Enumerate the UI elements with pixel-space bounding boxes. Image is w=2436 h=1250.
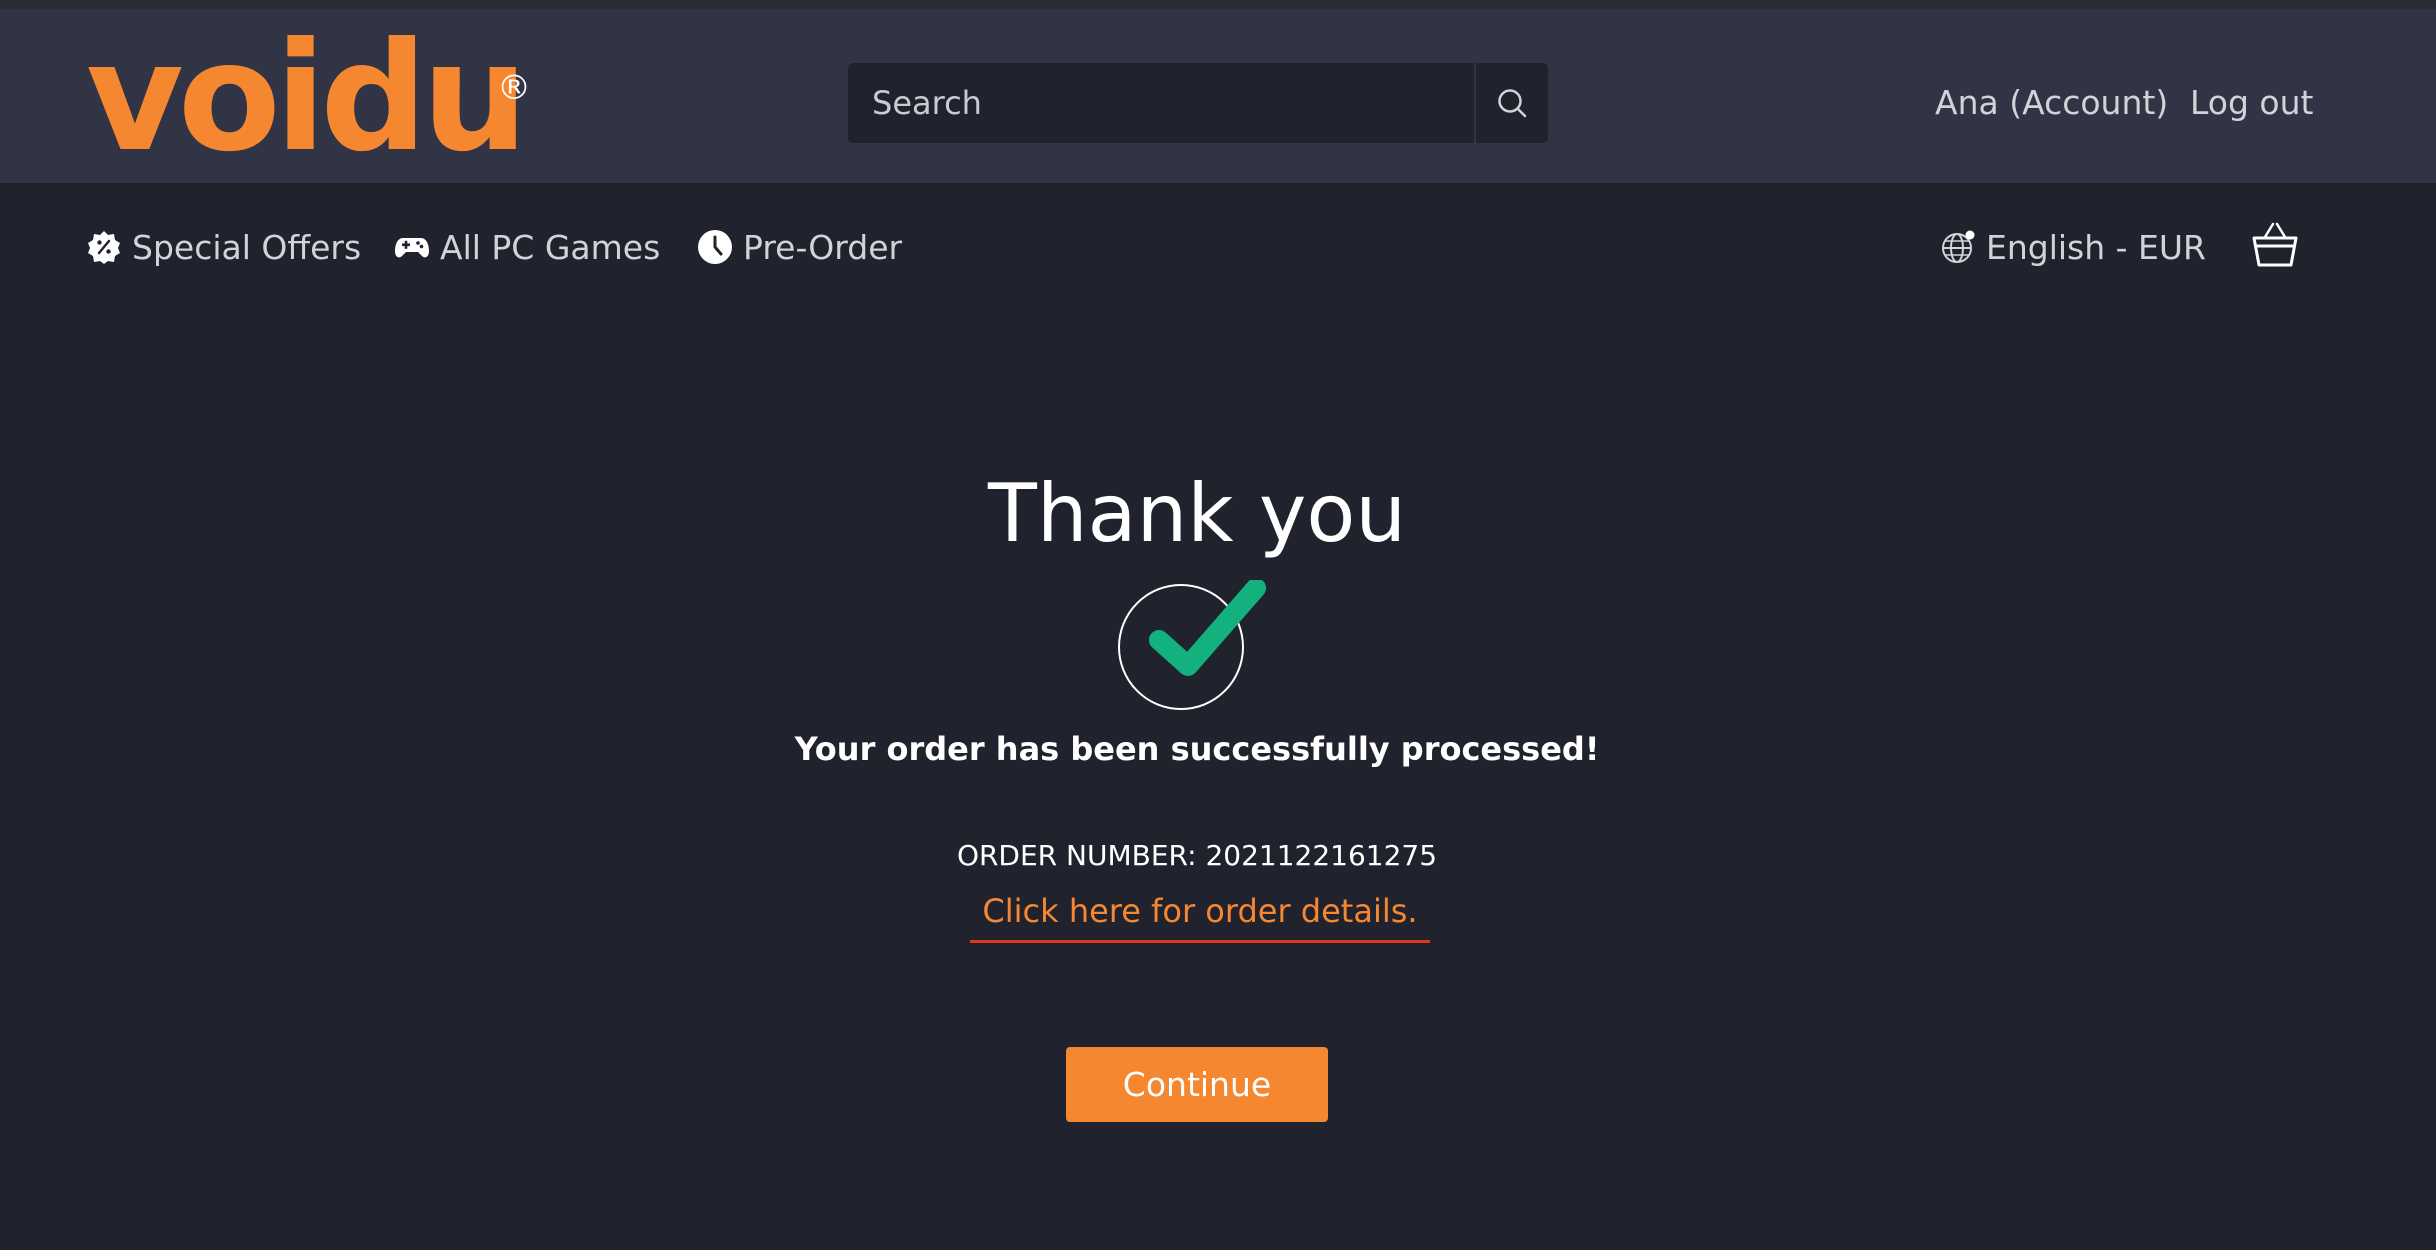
gamepad-icon xyxy=(395,238,429,258)
account-link[interactable]: Ana (Account) xyxy=(1935,79,2168,127)
search-bar xyxy=(848,63,1548,143)
thank-you-title: Thank you xyxy=(987,467,1407,560)
nav-all-pc-games[interactable]: All PC Games xyxy=(394,222,660,272)
order-details-link[interactable]: Click here for order details. xyxy=(970,888,1430,943)
registered-mark: ® xyxy=(497,68,531,108)
search-button[interactable] xyxy=(1474,63,1548,143)
language-currency-selector[interactable]: English - EUR xyxy=(1940,222,2206,272)
basket-icon xyxy=(2252,222,2298,267)
discount-badge-icon xyxy=(88,231,120,264)
language-currency-label: English - EUR xyxy=(1986,227,2206,267)
nav-pre-order[interactable]: Pre-Order xyxy=(697,222,902,272)
continue-button[interactable]: Continue xyxy=(1066,1047,1328,1122)
browser-top-strip xyxy=(0,0,2436,9)
checkmark-icon xyxy=(1118,580,1266,710)
globe-icon xyxy=(1942,230,1975,263)
nav-all-pc-games-label: All PC Games xyxy=(440,227,661,267)
nav-pre-order-label: Pre-Order xyxy=(743,227,903,267)
search-input[interactable] xyxy=(848,63,1474,143)
search-icon xyxy=(1498,89,1527,118)
order-number: ORDER NUMBER: 2021122161275 xyxy=(956,839,1438,872)
success-message: Your order has been successfully process… xyxy=(794,730,1600,768)
logout-link[interactable]: Log out xyxy=(2190,79,2313,127)
cart-button[interactable] xyxy=(2250,220,2300,270)
nav-special-offers-label: Special Offers xyxy=(132,227,362,267)
site-header: voidu ® Ana (Account) Log out xyxy=(0,9,2436,183)
clock-icon xyxy=(698,230,732,264)
nav-special-offers[interactable]: Special Offers xyxy=(86,222,361,272)
voidu-logo[interactable]: voidu xyxy=(86,23,528,173)
